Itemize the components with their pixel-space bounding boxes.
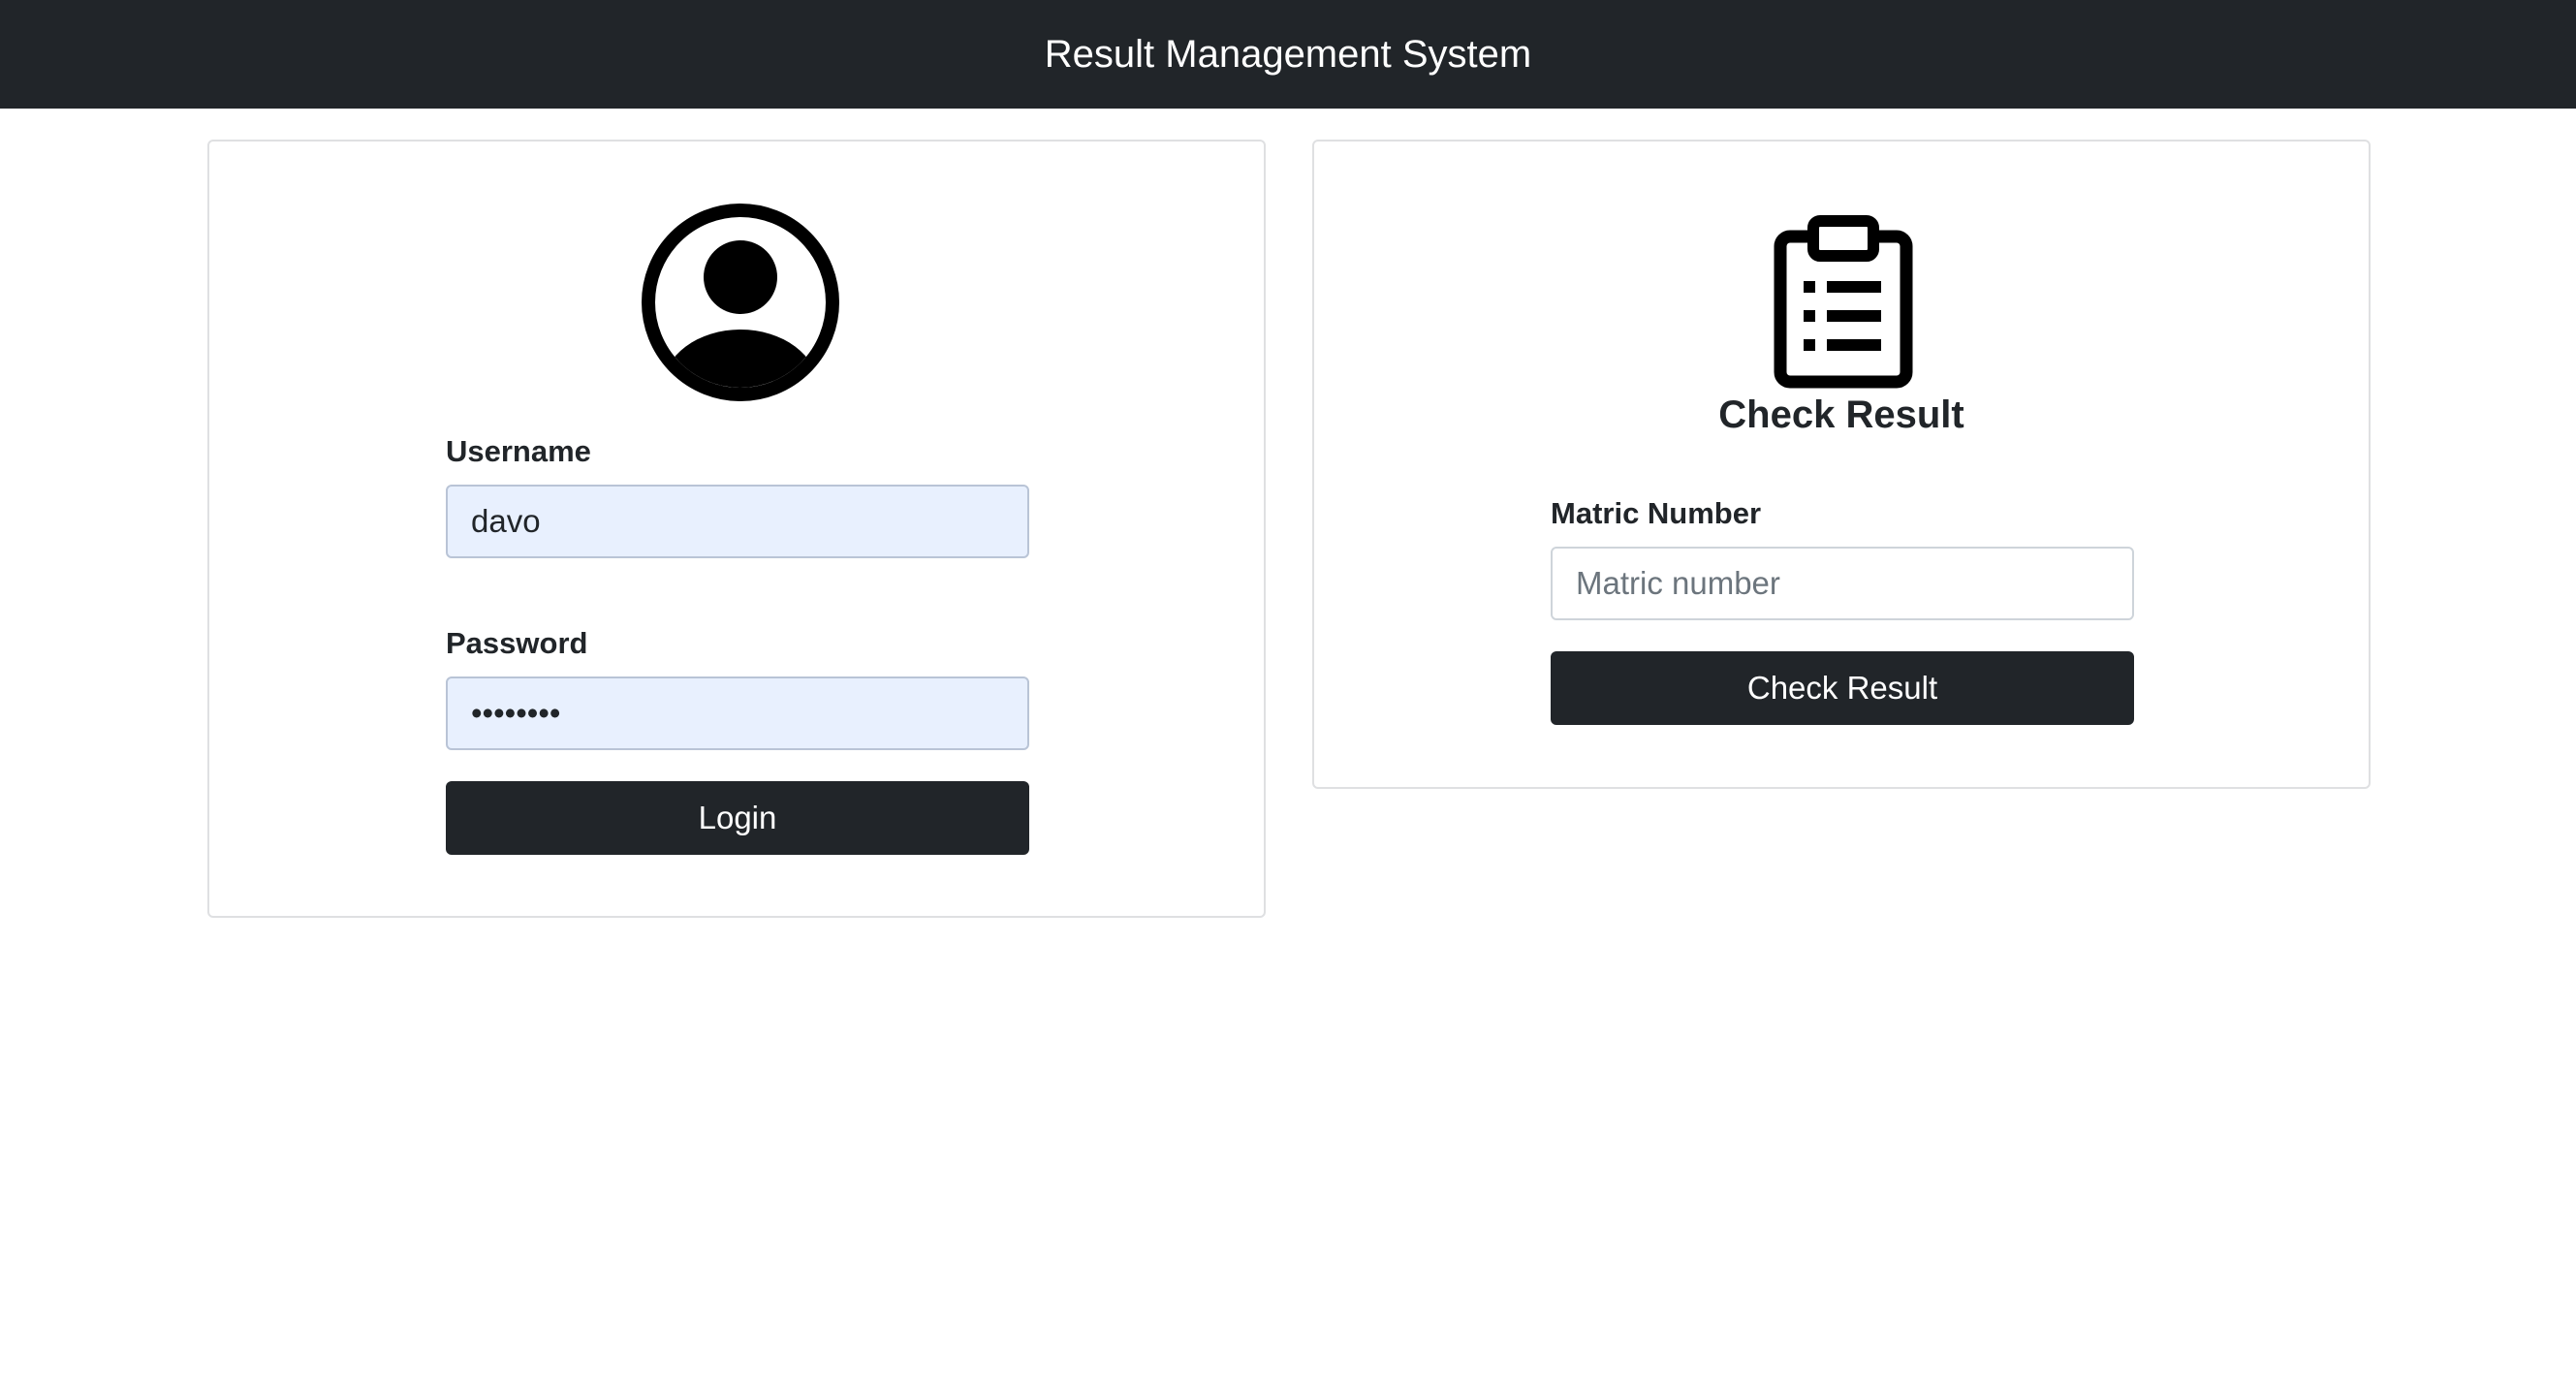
username-label: Username xyxy=(446,434,591,468)
check-result-card: Check Result Matric Number Check Result xyxy=(1312,140,2371,789)
username-input[interactable] xyxy=(446,485,1029,558)
matric-number-input[interactable] xyxy=(1551,547,2134,620)
login-card: Username Password Login xyxy=(207,140,1266,918)
password-label: Password xyxy=(446,626,588,660)
matric-number-label: Matric Number xyxy=(1551,496,1762,530)
clipboard-list-icon xyxy=(1774,215,1913,389)
check-result-button[interactable]: Check Result xyxy=(1551,651,2134,725)
login-button[interactable]: Login xyxy=(446,781,1029,855)
user-circle-icon xyxy=(642,204,839,401)
check-result-heading: Check Result xyxy=(1718,393,1964,436)
app-title: Result Management System xyxy=(1044,32,1532,76)
password-input[interactable] xyxy=(446,676,1029,750)
top-navbar: Result Management System xyxy=(0,0,2576,109)
